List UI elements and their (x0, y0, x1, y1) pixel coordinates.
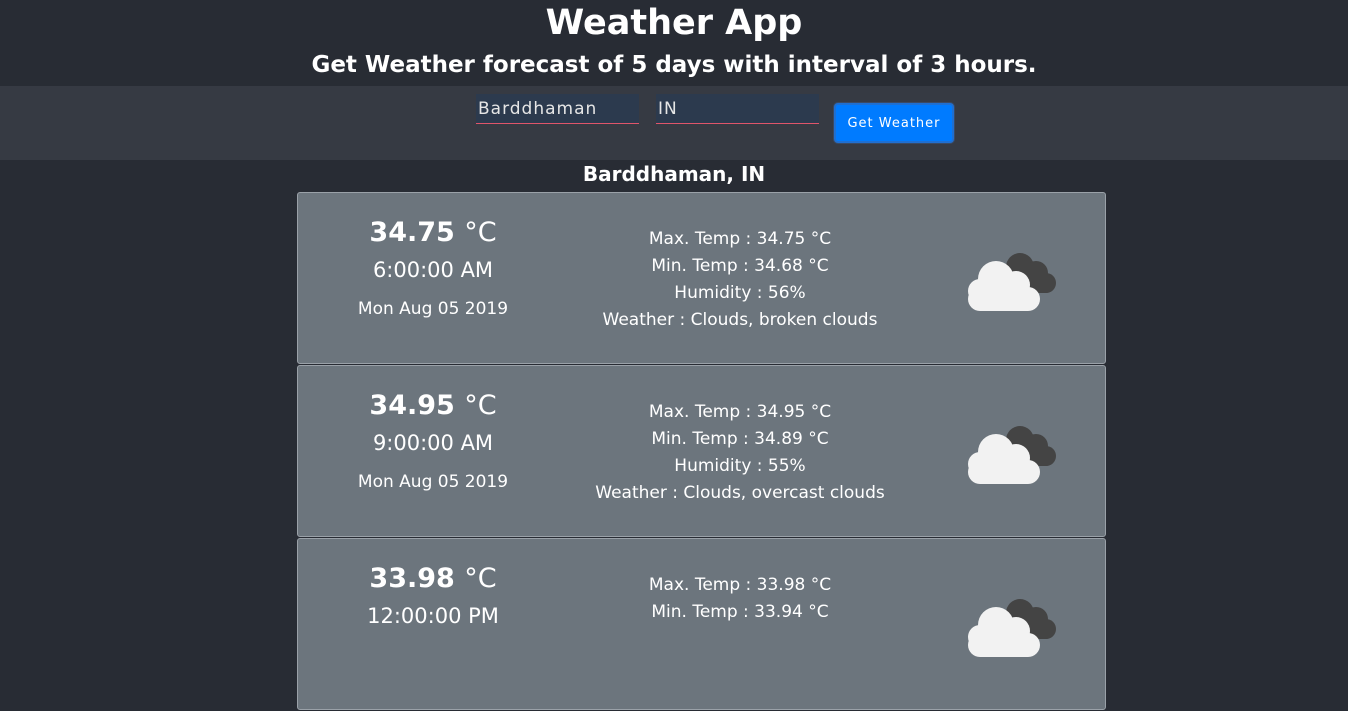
forecast-list: 34.75 °C 6:00:00 AM Mon Aug 05 2019 Max.… (297, 192, 1106, 711)
max-temp: Max. Temp : 34.95 °C (648, 402, 832, 422)
forecast-summary: 34.75 °C 6:00:00 AM Mon Aug 05 2019 (298, 215, 568, 321)
get-weather-button[interactable]: Get Weather (834, 103, 954, 143)
min-temp: Min. Temp : 34.68 °C (651, 256, 829, 276)
app-subtitle: Get Weather forecast of 5 days with inte… (311, 52, 1037, 78)
clouds-icon (968, 599, 1056, 657)
search-bar: Get Weather (0, 86, 1348, 160)
forecast-details: Max. Temp : 33.98 °C Min. Temp : 33.94 °… (570, 572, 910, 626)
temperature-value: 33.98 (369, 563, 455, 594)
header: Weather App Get Weather forecast of 5 da… (0, 0, 1348, 86)
city-input[interactable] (476, 94, 639, 124)
weather-description: Weather : Clouds, broken clouds (602, 310, 878, 330)
forecast-time: 12:00:00 PM (367, 604, 499, 628)
forecast-card: 34.95 °C 9:00:00 AM Mon Aug 05 2019 Max.… (297, 365, 1106, 537)
max-temp: Max. Temp : 34.75 °C (648, 229, 832, 249)
weather-description: Weather : Clouds, overcast clouds (595, 483, 885, 503)
min-temp: Min. Temp : 33.94 °C (651, 602, 829, 622)
forecast-date: Mon Aug 05 2019 (357, 472, 509, 492)
min-temp: Min. Temp : 34.89 °C (651, 429, 829, 449)
forecast-summary: 33.98 °C 12:00:00 PM (298, 561, 568, 643)
forecast-details: Max. Temp : 34.95 °C Min. Temp : 34.89 °… (570, 399, 910, 507)
forecast-summary: 34.95 °C 9:00:00 AM Mon Aug 05 2019 (298, 388, 568, 494)
forecast-card: 33.98 °C 12:00:00 PM Max. Temp : 33.98 °… (297, 538, 1106, 710)
forecast-card: 34.75 °C 6:00:00 AM Mon Aug 05 2019 Max.… (297, 192, 1106, 364)
temperature-unit: °C (464, 217, 497, 248)
country-input[interactable] (656, 94, 819, 124)
temperature: 34.95 °C (298, 388, 568, 424)
forecast-time: 9:00:00 AM (372, 431, 494, 455)
broken-clouds-icon (968, 253, 1056, 311)
humidity: Humidity : 55% (674, 456, 806, 476)
overcast-clouds-icon (968, 426, 1056, 484)
max-temp: Max. Temp : 33.98 °C (648, 575, 832, 595)
temperature-value: 34.75 (369, 217, 455, 248)
forecast-details: Max. Temp : 34.75 °C Min. Temp : 34.68 °… (570, 226, 910, 334)
location-heading: Barddhaman, IN (582, 162, 766, 186)
app-title: Weather App (545, 3, 803, 43)
forecast-date: Mon Aug 05 2019 (357, 299, 509, 319)
temperature: 33.98 °C (298, 561, 568, 597)
humidity: Humidity : 56% (674, 283, 806, 303)
forecast-time: 6:00:00 AM (372, 258, 494, 282)
temperature-value: 34.95 (369, 390, 455, 421)
temperature-unit: °C (464, 563, 497, 594)
temperature-unit: °C (464, 390, 497, 421)
temperature: 34.75 °C (298, 215, 568, 251)
